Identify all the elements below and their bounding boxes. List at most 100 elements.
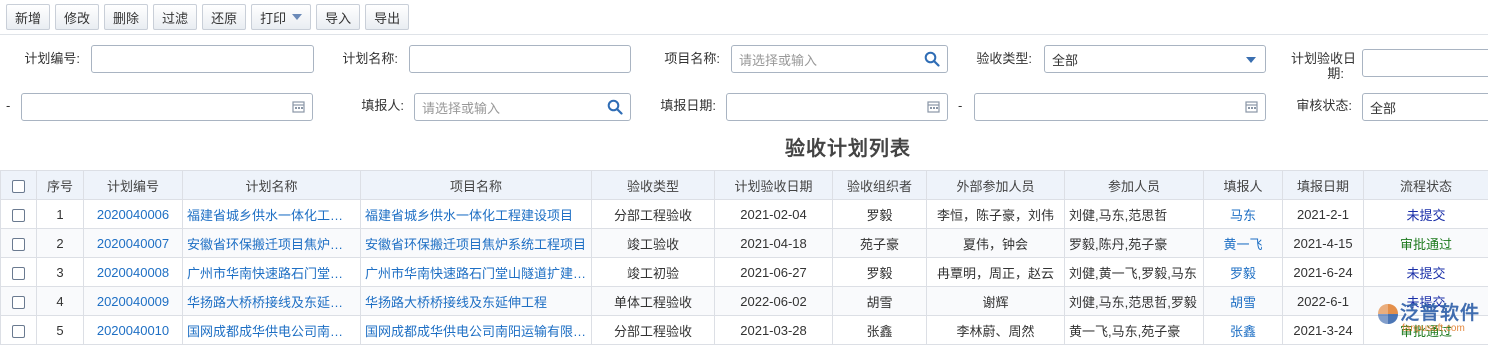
calendar-icon[interactable] xyxy=(927,100,940,113)
plan-name-link[interactable]: 华扬路大桥桥接线及东延伸工程项目 xyxy=(182,286,361,316)
project-name-link[interactable]: 国网成都成华供电公司南阳运输有限公司 xyxy=(360,315,592,345)
calendar-icon[interactable] xyxy=(292,100,305,113)
table-row[interactable]: 2 2020040007 安徽省环保搬迁项目焦炉系统工程 安徽省环保搬迁项目焦炉… xyxy=(0,228,1488,258)
organizer-cell: 胡雪 xyxy=(832,286,927,316)
plan-date-label: 计划验收日 期: xyxy=(1284,51,1356,81)
table-row[interactable]: 3 2020040008 广州市华南快速路石门堂山隧道工程 广州市华南快速路石门… xyxy=(0,257,1488,287)
report-date-range-dash: - xyxy=(958,98,963,113)
column-header[interactable]: 外部参加人员 xyxy=(926,170,1065,200)
plan-name-link[interactable]: 国网成都成华供电公司南阳运输工程 xyxy=(182,315,361,345)
project-name-link[interactable]: 华扬路大桥桥接线及东延伸工程 xyxy=(360,286,592,316)
column-header[interactable]: 验收组织者 xyxy=(832,170,927,200)
row-checkbox-cell[interactable] xyxy=(0,257,37,287)
reporter-input[interactable]: 请选择或输入 xyxy=(414,93,631,121)
reporter-link[interactable]: 张鑫 xyxy=(1203,315,1283,345)
report-date-to-input[interactable] xyxy=(974,93,1266,121)
plan-name-link[interactable]: 广州市华南快速路石门堂山隧道工程 xyxy=(182,257,361,287)
organizer-cell: 罗毅 xyxy=(832,199,927,229)
calendar-icon[interactable] xyxy=(1245,100,1258,113)
import-button[interactable]: 导入 xyxy=(316,4,361,30)
column-header[interactable]: 验收类型 xyxy=(591,170,715,200)
plan-name-input[interactable] xyxy=(409,45,631,73)
column-header[interactable]: 计划验收日期 xyxy=(714,170,833,200)
toolbar: 新增 修改 删除 过滤 还原 打印 导入 导出 xyxy=(0,0,1488,34)
select-all-checkbox[interactable] xyxy=(12,179,25,193)
accept-type-select[interactable]: 全部 xyxy=(1044,45,1266,73)
plan-date-cell: 2021-04-18 xyxy=(714,228,833,258)
external-cell: 夏伟，钟会 xyxy=(926,228,1065,258)
report-date-cell: 2021-3-24 xyxy=(1282,315,1364,345)
seq-cell: 2 xyxy=(36,228,84,258)
list-title: 验收计划列表 xyxy=(785,138,911,160)
plan-no-link[interactable]: 2020040006 xyxy=(83,199,183,229)
column-header[interactable]: 流程状态 xyxy=(1363,170,1488,200)
plan-date-cell: 2021-02-04 xyxy=(714,199,833,229)
edit-button[interactable]: 修改 xyxy=(55,4,100,30)
review-status-value: 全部 xyxy=(1370,100,1397,116)
table-header-row: 序号 计划编号 计划名称 项目名称 验收类型 计划验收日期 验收组织者 外部参加… xyxy=(0,170,1488,200)
status-badge: 审批通过 xyxy=(1363,315,1488,345)
table-row[interactable]: 1 2020040006 福建省城乡供水一体化工程建设项目 福建省城乡供水一体化… xyxy=(0,199,1488,229)
column-header[interactable]: 填报人 xyxy=(1203,170,1283,200)
project-name-link[interactable]: 广州市华南快速路石门堂山隧道扩建工程 xyxy=(360,257,592,287)
column-header[interactable]: 计划编号 xyxy=(83,170,183,200)
plan-date-from-input[interactable] xyxy=(1362,49,1488,77)
reporter-link[interactable]: 黄一飞 xyxy=(1203,228,1283,258)
project-name-link[interactable]: 福建省城乡供水一体化工程建设项目 xyxy=(360,199,592,229)
search-icon[interactable] xyxy=(924,51,940,67)
acceptance-plan-table: 序号 计划编号 计划名称 项目名称 验收类型 计划验收日期 验收组织者 外部参加… xyxy=(0,170,1488,345)
reporter-link[interactable]: 罗毅 xyxy=(1203,257,1283,287)
row-checkbox-cell[interactable] xyxy=(0,315,37,345)
row-checkbox[interactable] xyxy=(12,266,25,280)
row-checkbox[interactable] xyxy=(12,208,25,222)
reporter-link[interactable]: 胡雪 xyxy=(1203,286,1283,316)
plan-name-link[interactable]: 福建省城乡供水一体化工程建设项目 xyxy=(182,199,361,229)
report-date-from-input[interactable] xyxy=(726,93,948,121)
filter-button[interactable]: 过滤 xyxy=(153,4,198,30)
plan-no-link[interactable]: 2020040009 xyxy=(83,286,183,316)
report-date-cell: 2021-6-24 xyxy=(1282,257,1364,287)
column-header[interactable]: 序号 xyxy=(36,170,84,200)
accept-type-cell: 竣工初验 xyxy=(591,257,715,287)
restore-button[interactable]: 还原 xyxy=(202,4,247,30)
table-row[interactable]: 4 2020040009 华扬路大桥桥接线及东延伸工程项目 华扬路大桥桥接线及东… xyxy=(0,286,1488,316)
row-checkbox-cell[interactable] xyxy=(0,228,37,258)
print-button[interactable]: 打印 xyxy=(251,4,312,30)
project-name-link[interactable]: 安徽省环保搬迁项目焦炉系统工程项目 xyxy=(360,228,592,258)
reporter-link[interactable]: 马东 xyxy=(1203,199,1283,229)
plan-no-link[interactable]: 2020040010 xyxy=(83,315,183,345)
plan-name-link[interactable]: 安徽省环保搬迁项目焦炉系统工程 xyxy=(182,228,361,258)
organizer-cell: 张鑫 xyxy=(832,315,927,345)
plan-date-to-input[interactable] xyxy=(21,93,313,121)
row-checkbox[interactable] xyxy=(12,324,25,338)
status-badge: 未提交 xyxy=(1363,257,1488,287)
accept-type-cell: 竣工验收 xyxy=(591,228,715,258)
plan-no-input[interactable] xyxy=(91,45,314,73)
plan-no-link[interactable]: 2020040007 xyxy=(83,228,183,258)
plan-date-cell: 2022-06-02 xyxy=(714,286,833,316)
row-checkbox-cell[interactable] xyxy=(0,286,37,316)
accept-type-label: 验收类型: xyxy=(976,51,1032,66)
plan-date-label-line2: 期: xyxy=(1327,66,1344,81)
status-badge: 未提交 xyxy=(1363,199,1488,229)
column-header[interactable]: 填报日期 xyxy=(1282,170,1364,200)
plan-no-link[interactable]: 2020040008 xyxy=(83,257,183,287)
review-status-select[interactable]: 全部 xyxy=(1362,93,1488,121)
plan-no-label: 计划编号: xyxy=(24,51,80,66)
column-header[interactable]: 计划名称 xyxy=(182,170,361,200)
export-button[interactable]: 导出 xyxy=(365,4,410,30)
row-checkbox[interactable] xyxy=(12,295,25,309)
table-row[interactable]: 5 2020040010 国网成都成华供电公司南阳运输工程 国网成都成华供电公司… xyxy=(0,315,1488,345)
column-header[interactable]: 参加人员 xyxy=(1064,170,1204,200)
select-all-checkbox-cell[interactable] xyxy=(0,170,37,200)
column-header[interactable]: 项目名称 xyxy=(360,170,592,200)
reporter-placeholder: 请选择或输入 xyxy=(422,100,501,116)
row-checkbox-cell[interactable] xyxy=(0,199,37,229)
delete-button[interactable]: 删除 xyxy=(104,4,149,30)
search-icon[interactable] xyxy=(607,99,623,115)
row-checkbox[interactable] xyxy=(12,237,25,251)
plan-name-label: 计划名称: xyxy=(342,51,398,66)
add-button[interactable]: 新增 xyxy=(6,4,51,30)
organizer-cell: 苑子豪 xyxy=(832,228,927,258)
project-name-input[interactable]: 请选择或输入 xyxy=(731,45,948,73)
